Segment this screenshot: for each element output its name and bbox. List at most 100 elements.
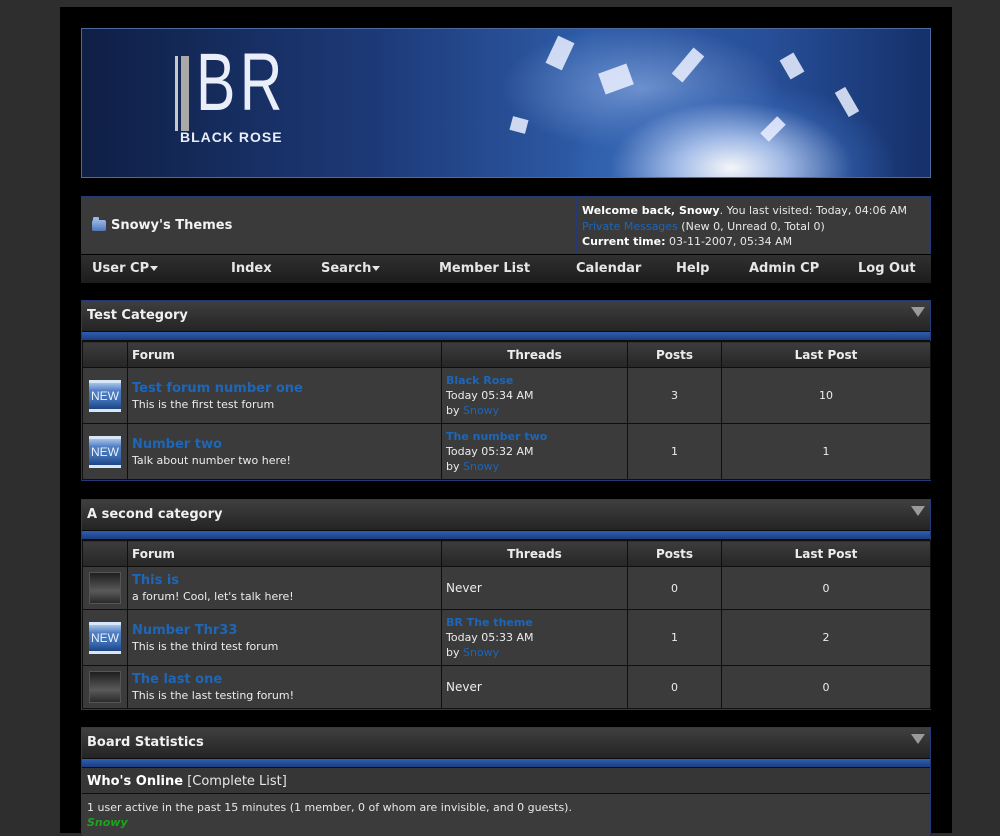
current-time-label: Current time: <box>582 235 666 248</box>
forum-column-header: Forum <box>127 540 442 567</box>
chevron-down-icon[interactable] <box>150 266 159 271</box>
table-header-row: Forum Threads Posts Last Post <box>82 540 931 567</box>
thread-link[interactable]: The number two <box>446 429 623 444</box>
forum-description: a forum! Cool, let's talk here! <box>132 590 294 603</box>
table-header-row: Forum Threads Posts Last Post <box>82 341 931 368</box>
nav-help[interactable]: Help <box>676 261 709 276</box>
last-post-column-header: Last Post <box>721 341 931 368</box>
forum-description: This is the first test forum <box>132 397 275 411</box>
nav-user-cp[interactable]: User CP <box>92 261 159 276</box>
thread-link[interactable]: Black Rose <box>446 373 623 388</box>
forum-description: Talk about number two here! <box>132 453 291 467</box>
user-link[interactable]: Snowy <box>463 460 499 473</box>
active-users-text: 1 user active in the past 15 minutes (1 … <box>87 801 572 814</box>
last-thread-cell: Never <box>441 665 628 709</box>
stats-stripe <box>82 758 930 768</box>
thread-time: Today 05:33 AM <box>446 631 534 644</box>
category-title[interactable]: A second category <box>87 507 223 522</box>
user-link[interactable]: Snowy <box>463 404 499 417</box>
nav-calendar[interactable]: Calendar <box>576 261 641 276</box>
forum-description: This is the last testing forum! <box>132 689 294 702</box>
table-row: NEW Number Thr33 This is the third test f… <box>82 609 931 666</box>
forum-table: Forum Threads Posts Last Post NEW Test f… <box>82 341 931 480</box>
forum-link[interactable]: The last one <box>132 672 437 687</box>
collapse-icon[interactable] <box>911 307 925 317</box>
no-new-posts-icon <box>89 572 121 604</box>
posts-column-header: Posts <box>627 341 722 368</box>
welcome-text: Welcome back, Snowy <box>582 204 720 217</box>
nav-log-out[interactable]: Log Out <box>858 261 916 276</box>
last-thread-cell: BR The theme Today 05:33 AM by Snowy <box>441 609 628 666</box>
forum-link[interactable]: Number two <box>132 437 437 452</box>
whos-online-header: Who's Online [Complete List] <box>82 768 930 794</box>
last-post-value: 10 <box>721 367 931 424</box>
category-stripe <box>82 530 930 540</box>
last-post-column-header: Last Post <box>721 540 931 567</box>
category-title[interactable]: Test Category <box>87 308 188 323</box>
icon-column-header <box>82 540 128 567</box>
last-post-value: 1 <box>721 423 931 480</box>
threads-column-header: Threads <box>441 540 628 567</box>
welcome-panel: Welcome back, Snowy. You last visited: T… <box>576 197 930 253</box>
chevron-down-icon[interactable] <box>372 266 381 271</box>
thread-time: Today 05:34 AM <box>446 389 534 402</box>
posts-count: 0 <box>627 665 722 709</box>
stats-header: Board Statistics <box>82 728 930 758</box>
thread-time: Today 05:32 AM <box>446 445 534 458</box>
whos-online-body: 1 user active in the past 15 minutes (1 … <box>82 794 930 836</box>
table-row: NEW Number two Talk about number two here… <box>82 423 931 480</box>
category-header: Test Category <box>82 301 930 331</box>
pm-counts: (New 0, Unread 0, Total 0) <box>677 219 825 233</box>
folder-icon <box>92 217 106 231</box>
stats-title: Board Statistics <box>87 735 204 750</box>
header-banner[interactable]: BR BLACK ROSE <box>81 28 931 178</box>
posts-count: 0 <box>627 566 722 610</box>
complete-list-link[interactable]: [Complete List] <box>183 774 287 789</box>
category-header: A second category <box>82 500 930 530</box>
table-row: This is a forum! Cool, let's talk here! N… <box>82 566 931 610</box>
posts-count: 3 <box>627 367 722 424</box>
forum-link[interactable]: Number Thr33 <box>132 623 437 638</box>
last-thread-cell: The number two Today 05:32 AM by Snowy <box>441 423 628 480</box>
whos-online-title: Who's Online <box>87 774 184 789</box>
private-messages-link[interactable]: Private Messages <box>582 220 678 233</box>
forum-column-header: Forum <box>127 341 442 368</box>
posts-count: 1 <box>627 423 722 480</box>
online-user-link[interactable]: Snowy <box>87 815 925 830</box>
header-info-box: Snowy's Themes Welcome back, Snowy. You … <box>81 196 931 254</box>
nav-search[interactable]: Search <box>321 261 381 276</box>
forum-description: This is the third test forum <box>132 639 279 653</box>
collapse-icon[interactable] <box>911 506 925 516</box>
table-row: The last one This is the last testing for… <box>82 665 931 709</box>
table-row: NEW Test forum number one This is the fir… <box>82 367 931 424</box>
posts-count: 1 <box>627 609 722 666</box>
forum-link[interactable]: This is <box>132 573 437 588</box>
site-title[interactable]: Snowy's Themes <box>92 217 232 233</box>
nav-admin-cp[interactable]: Admin CP <box>749 261 819 276</box>
new-posts-icon: NEW <box>89 435 121 468</box>
last-thread-cell: Never <box>441 566 628 610</box>
last-post-value: 2 <box>721 609 931 666</box>
posts-column-header: Posts <box>627 540 722 567</box>
last-post-value: 0 <box>721 665 931 709</box>
forum-table: Forum Threads Posts Last Post This is a f… <box>82 540 931 709</box>
last-post-value: 0 <box>721 566 931 610</box>
main-navbar: User CP Index Search Member List Calenda… <box>81 255 931 283</box>
no-new-posts-icon <box>89 671 121 703</box>
user-link[interactable]: Snowy <box>463 646 499 659</box>
threads-column-header: Threads <box>441 341 628 368</box>
site-name[interactable]: Snowy's Themes <box>111 218 232 233</box>
category-test: Test Category Forum Threads Posts Last P… <box>81 300 931 481</box>
category-second: A second category Forum Threads Posts La… <box>81 499 931 710</box>
collapse-icon[interactable] <box>911 734 925 744</box>
new-posts-icon: NEW <box>89 379 121 412</box>
forum-link[interactable]: Test forum number one <box>132 381 437 396</box>
last-thread-cell: Black Rose Today 05:34 AM by Snowy <box>441 367 628 424</box>
nav-index[interactable]: Index <box>231 261 272 276</box>
current-time-value: 03-11-2007, 05:34 AM <box>665 235 793 248</box>
category-stripe <box>82 331 930 341</box>
nav-member-list[interactable]: Member List <box>439 261 530 276</box>
new-posts-icon: NEW <box>89 621 121 654</box>
thread-link[interactable]: BR The theme <box>446 615 623 630</box>
last-visited: . You last visited: Today, 04:06 AM <box>719 204 908 217</box>
